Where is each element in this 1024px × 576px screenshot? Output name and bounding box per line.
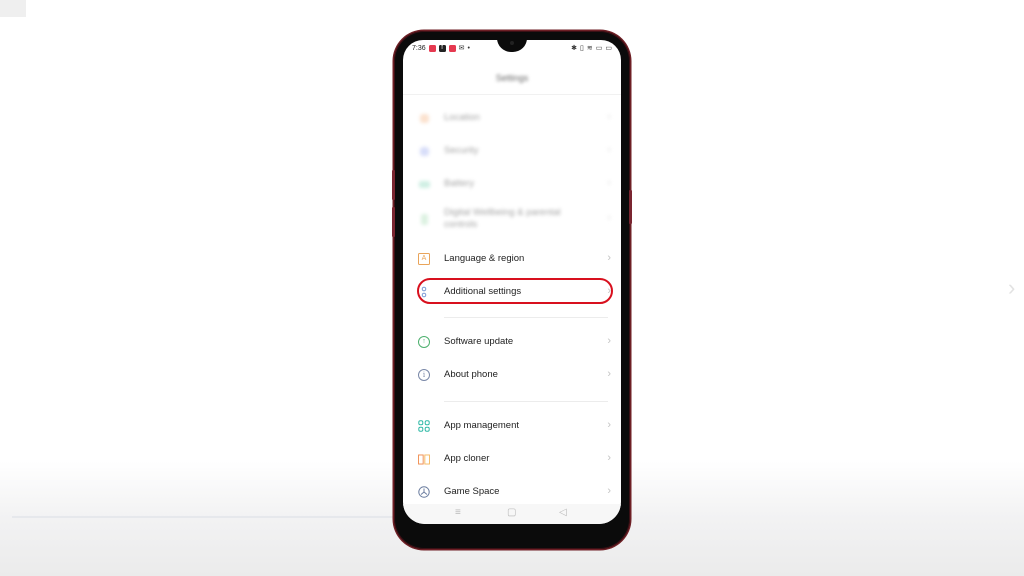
settings-item-app-management[interactable]: App management › bbox=[403, 410, 621, 443]
info-icon: i bbox=[418, 369, 430, 381]
settings-item-label: Game Space bbox=[444, 486, 500, 497]
security-icon bbox=[418, 145, 430, 157]
home-button[interactable]: ▢ bbox=[507, 507, 516, 518]
volume-up-button bbox=[392, 170, 395, 200]
page-title: Settings bbox=[495, 73, 529, 83]
chevron-right-icon: › bbox=[607, 144, 611, 156]
battery-icon: ▭ bbox=[605, 45, 612, 52]
video-overlay-corner bbox=[0, 0, 26, 17]
power-button bbox=[629, 190, 632, 224]
video-progress-bar[interactable] bbox=[12, 516, 395, 518]
status-time: 7:36 bbox=[412, 45, 426, 52]
phone-screen: 7:36 f ✉ • ✱ ▯ ≋ ▭ ▭ Settings Location ›… bbox=[403, 40, 621, 524]
settings-item-app-cloner[interactable]: App cloner › bbox=[403, 443, 621, 476]
settings-item-label: Security bbox=[444, 145, 479, 156]
navigation-bar: ≡ ▢ ◁ bbox=[403, 504, 621, 524]
chevron-right-icon: › bbox=[607, 177, 611, 189]
update-icon: ↑ bbox=[418, 336, 430, 348]
app-notification-icon bbox=[448, 45, 456, 52]
section-divider bbox=[444, 401, 608, 402]
gmail-icon: ✉ bbox=[458, 45, 465, 52]
battery-icon bbox=[418, 178, 430, 190]
settings-item-label: About phone bbox=[444, 369, 498, 380]
settings-item-label: Language & region bbox=[444, 253, 525, 264]
dot-icon: • bbox=[467, 45, 470, 52]
front-camera bbox=[510, 41, 514, 45]
sim-icon: ▭ bbox=[595, 45, 603, 52]
chevron-right-icon: › bbox=[607, 335, 611, 347]
settings-item-battery[interactable]: Battery › bbox=[403, 168, 621, 201]
back-button[interactable]: ◁ bbox=[559, 507, 567, 518]
section-divider bbox=[444, 317, 608, 318]
volume-down-button bbox=[392, 207, 395, 237]
facebook-icon: f bbox=[438, 45, 446, 52]
location-icon bbox=[418, 112, 430, 124]
header-divider bbox=[403, 94, 621, 95]
settings-item-label: Battery bbox=[444, 178, 475, 189]
game-space-icon bbox=[418, 486, 430, 498]
settings-item-label: Digital Wellbeing & parental controls bbox=[444, 207, 561, 230]
settings-item-software-update[interactable]: ↑ Software update › bbox=[403, 326, 621, 359]
chevron-right-icon: › bbox=[607, 111, 611, 123]
next-arrow-icon[interactable]: › bbox=[1008, 277, 1024, 299]
vibrate-icon: ▯ bbox=[580, 45, 584, 52]
settings-item-location[interactable]: Location › bbox=[403, 102, 621, 135]
settings-item-label: App management bbox=[444, 420, 519, 431]
wifi-icon: ≋ bbox=[586, 45, 593, 52]
settings-item-language-region[interactable]: A Language & region › bbox=[403, 243, 621, 276]
bluetooth-icon: ✱ bbox=[571, 45, 578, 52]
chevron-right-icon: › bbox=[607, 452, 611, 464]
chevron-right-icon: › bbox=[607, 485, 611, 497]
chevron-right-icon: › bbox=[607, 252, 611, 264]
menu-button[interactable]: ≡ bbox=[455, 507, 461, 518]
wellbeing-icon bbox=[418, 213, 430, 225]
app-management-icon bbox=[418, 420, 430, 432]
highlight-ring bbox=[417, 278, 613, 304]
settings-item-security[interactable]: Security › bbox=[403, 135, 621, 168]
language-icon: A bbox=[418, 253, 430, 265]
settings-item-digital-wellbeing[interactable]: Digital Wellbeing & parental controls › bbox=[403, 203, 621, 236]
chevron-right-icon: › bbox=[607, 212, 611, 224]
app-cloner-icon bbox=[418, 453, 430, 465]
settings-item-label: Location bbox=[444, 112, 480, 123]
chevron-right-icon: › bbox=[607, 419, 611, 431]
settings-item-label: App cloner bbox=[444, 453, 490, 464]
settings-item-about-phone[interactable]: i About phone › bbox=[403, 359, 621, 392]
chevron-right-icon: › bbox=[607, 368, 611, 380]
app-notification-icon bbox=[428, 45, 436, 52]
settings-item-label: Software update bbox=[444, 336, 514, 347]
